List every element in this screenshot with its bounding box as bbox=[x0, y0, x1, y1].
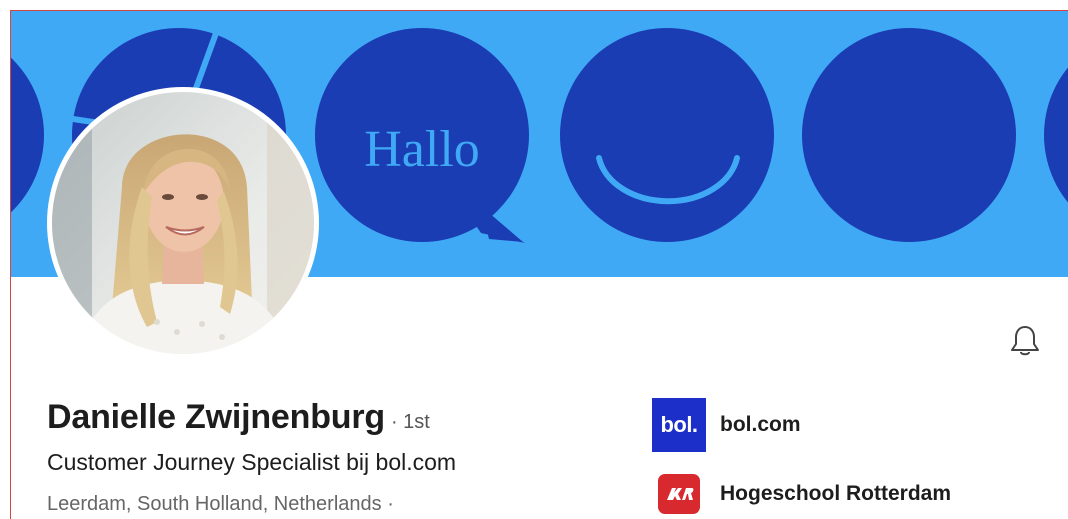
profile-name: Danielle Zwijnenburg bbox=[47, 398, 385, 436]
banner-hallo-text: Hallo bbox=[364, 121, 480, 178]
name-row: Danielle Zwijnenburg · 1st bbox=[47, 398, 430, 437]
org-label-bol: bol.com bbox=[720, 413, 801, 436]
bol-logo: bol. bbox=[652, 398, 706, 452]
banner-hallo-bubble: Hallo bbox=[315, 28, 529, 243]
hogeschool-rotterdam-logo bbox=[658, 474, 700, 514]
profile-card: Hallo Danielle Zwijnenburg · 1st Custome… bbox=[0, 0, 1068, 519]
org-link-bol[interactable]: bol. bol.com bbox=[652, 398, 801, 452]
profile-photo[interactable] bbox=[47, 87, 319, 359]
notification-bell-button[interactable] bbox=[1005, 323, 1045, 363]
profile-headline: Customer Journey Specialist bij bol.com bbox=[47, 449, 457, 475]
banner-bubble-5 bbox=[802, 28, 1016, 242]
bell-icon bbox=[1010, 325, 1040, 362]
profile-location: Leerdam, South Holland, Netherlands · bbox=[47, 493, 394, 515]
org-link-hogeschool-rotterdam[interactable]: Hogeschool Rotterdam bbox=[652, 474, 951, 514]
connection-degree: · 1st bbox=[390, 411, 430, 433]
org-label-hogeschool-rotterdam: Hogeschool Rotterdam bbox=[720, 482, 952, 505]
banner-smile-bubble bbox=[560, 28, 774, 242]
